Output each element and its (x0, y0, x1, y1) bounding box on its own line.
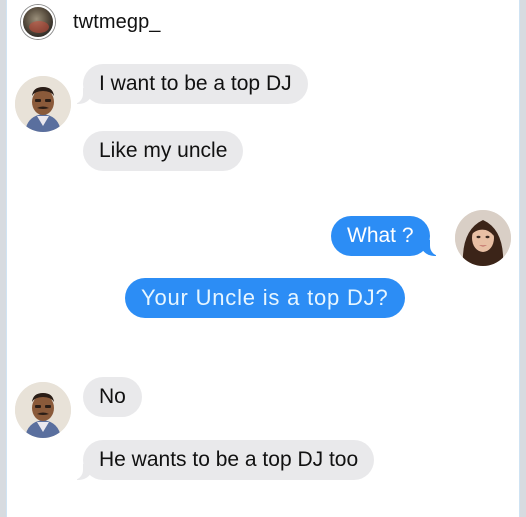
message-bubble: No (83, 377, 142, 417)
chat-screenshot: twtmegp_ I want to be a top DJ Like my u… (6, 0, 520, 517)
profile-avatar-icon[interactable] (21, 5, 55, 39)
message-text: Like my uncle (99, 139, 228, 162)
message-text: I want to be a top DJ (99, 72, 292, 95)
uncle-avatar (15, 76, 71, 132)
message-bubble: I want to be a top DJ (71, 64, 308, 104)
message-text: He wants to be a top DJ too (99, 448, 359, 471)
message-text: Your Uncle is a top DJ? (141, 285, 389, 310)
message-text: What ? (347, 224, 414, 247)
uncle-avatar (15, 382, 71, 438)
message-bubble: He wants to be a top DJ too (70, 440, 375, 480)
post-header: twtmegp_ (21, 4, 161, 40)
message-bubble: Your Uncle is a top DJ? (125, 278, 405, 318)
message-bubble: What ? (331, 216, 442, 256)
username[interactable]: twtmegp_ (73, 11, 161, 34)
message-text: No (99, 385, 126, 408)
message-bubble: Like my uncle (83, 131, 244, 171)
woman-avatar (455, 210, 511, 266)
